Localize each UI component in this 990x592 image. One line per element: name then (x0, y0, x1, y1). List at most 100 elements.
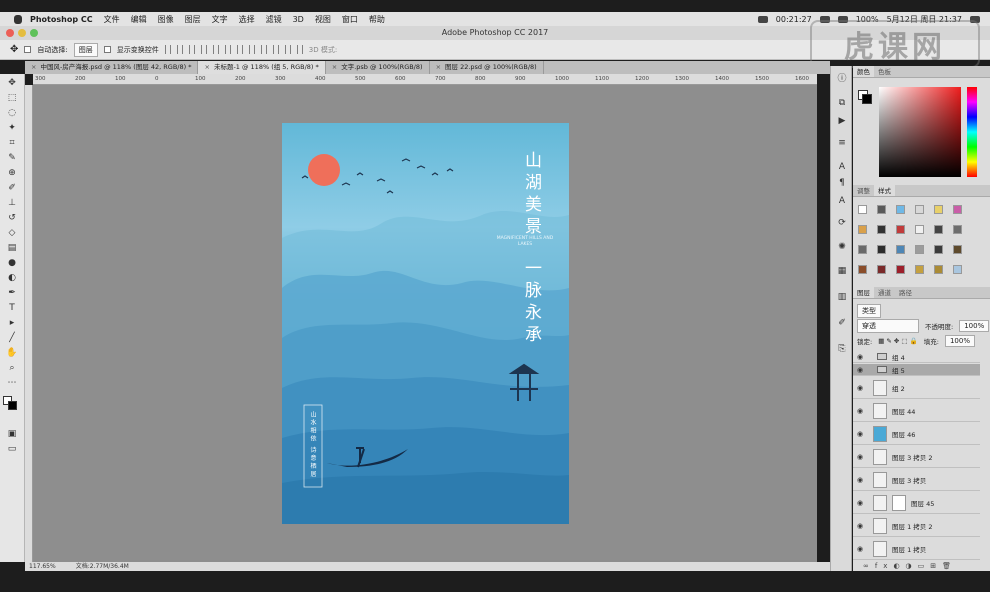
close-icon[interactable]: × (332, 63, 337, 71)
info-icon[interactable]: ⓘ (836, 74, 848, 84)
marquee-tool-icon[interactable]: ⬚ (6, 93, 18, 103)
transform-icon[interactable]: ⟳ (836, 218, 848, 228)
close-icon[interactable]: × (204, 63, 209, 71)
align-middle-icon[interactable] (176, 45, 183, 54)
eye-icon[interactable]: ◉ (857, 430, 867, 438)
menu-help[interactable]: 帮助 (369, 14, 385, 25)
vertical-ruler[interactable] (25, 85, 33, 562)
eye-icon[interactable]: ◉ (857, 476, 867, 484)
crop-tool-icon[interactable]: ⌗ (6, 138, 18, 148)
align-left-icon[interactable] (200, 45, 207, 54)
blend-mode-dropdown[interactable]: 穿透 (857, 319, 919, 333)
menu-layer[interactable]: 图层 (185, 14, 201, 25)
swatches-icon[interactable]: ▥ (836, 292, 848, 302)
style-swatch[interactable] (877, 225, 886, 234)
tab-document-2[interactable]: × 未标题-1 @ 118% (组 5, RGB/8) * (198, 61, 326, 74)
app-menu[interactable]: Photoshop CC (30, 15, 93, 24)
distribute-left-icon[interactable] (272, 45, 279, 54)
apple-icon[interactable] (14, 14, 22, 24)
layer-row[interactable]: ◉ 图层 46 (853, 423, 980, 445)
layer-row[interactable]: ◉ 图层 1 拷贝 2 (853, 515, 980, 537)
style-swatch[interactable] (915, 225, 924, 234)
style-swatch[interactable] (915, 245, 924, 254)
style-swatch[interactable] (858, 225, 867, 234)
style-swatch[interactable] (915, 265, 924, 274)
menu-edit[interactable]: 编辑 (131, 14, 147, 25)
eye-icon[interactable]: ◉ (857, 384, 867, 392)
type-tool-icon[interactable]: T (6, 303, 18, 313)
menu-3d[interactable]: 3D (293, 15, 304, 24)
eraser-tool-icon[interactable]: ◇ (6, 228, 18, 238)
tab-adjustments[interactable]: 调整 (853, 185, 874, 196)
character-icon[interactable]: A (836, 162, 848, 172)
layer-mask-thumbnail[interactable] (892, 494, 906, 511)
move-tool-icon[interactable]: ✥ (10, 44, 18, 55)
style-swatch[interactable] (934, 245, 943, 254)
eyedropper-icon[interactable]: ✎ (6, 153, 18, 163)
eye-icon[interactable]: ◉ (857, 453, 867, 461)
style-swatch[interactable] (877, 245, 886, 254)
color-field[interactable] (879, 87, 961, 177)
brush-tool-icon[interactable]: ✐ (6, 183, 18, 193)
close-icon[interactable]: × (31, 63, 36, 71)
distribute-right-icon[interactable] (296, 45, 303, 54)
auto-select-checkbox[interactable] (24, 46, 32, 53)
style-swatch[interactable] (934, 265, 943, 274)
layers-footer-icons[interactable]: ∞fx◐◑▭⊞🗑 (863, 562, 957, 570)
paragraph-icon[interactable]: ¶ (836, 178, 848, 188)
align-center-icon[interactable] (212, 45, 219, 54)
auto-select-dropdown[interactable]: 图层 (73, 42, 98, 57)
layer-row[interactable]: ◉ 组 2 (853, 377, 980, 399)
style-swatch[interactable] (896, 265, 905, 274)
style-swatch[interactable] (915, 205, 924, 214)
pen-tool-icon[interactable]: ✒ (6, 288, 18, 298)
gradient-tool-icon[interactable]: ▤ (6, 243, 18, 253)
align-bottom-icon[interactable] (188, 45, 195, 54)
fill-input[interactable]: 100% (944, 335, 975, 347)
align-top-icon[interactable] (164, 45, 171, 54)
history-icon[interactable]: ⧉ (836, 98, 848, 108)
menu-select[interactable]: 选择 (239, 14, 255, 25)
menu-file[interactable]: 文件 (104, 14, 120, 25)
glyph-icon[interactable]: A (836, 196, 848, 206)
eye-icon[interactable]: ◉ (857, 499, 867, 507)
style-swatch[interactable] (858, 245, 867, 254)
style-swatch[interactable] (934, 205, 943, 214)
adjust-icon[interactable]: ≡ (836, 138, 848, 148)
layer-row[interactable]: ◉ 图层 3 拷贝 (853, 469, 980, 491)
layer-row[interactable]: ◉ 图层 45 (853, 492, 980, 514)
zoom-level[interactable]: 117.65% (29, 562, 56, 571)
menu-view[interactable]: 视图 (315, 14, 331, 25)
horizontal-ruler[interactable]: 300 200 100 0 100 200 300 400 500 600 700 800 900 100… (33, 74, 817, 85)
style-swatch[interactable] (896, 225, 905, 234)
3d-icon[interactable]: ✺ (836, 242, 848, 252)
style-swatch[interactable] (858, 265, 867, 274)
style-swatch[interactable] (953, 265, 962, 274)
healing-brush-icon[interactable]: ⊕ (6, 168, 18, 178)
lasso-tool-icon[interactable]: ◌ (6, 108, 18, 118)
distribute-middle-icon[interactable] (248, 45, 255, 54)
hand-tool-icon[interactable]: ✋ (6, 348, 18, 358)
menu-window[interactable]: 窗口 (342, 14, 358, 25)
poster-artwork[interactable]: 山湖美景 一脉永承 MAGNIFICENT HILLS AND LAKES 山水… (282, 123, 569, 524)
menu-image[interactable]: 图像 (158, 14, 174, 25)
style-swatch[interactable] (953, 245, 962, 254)
eye-icon[interactable]: ◉ (857, 407, 867, 415)
close-icon[interactable] (6, 29, 14, 37)
document-size[interactable]: 文档:2.77M/36.4M (76, 562, 129, 571)
foreground-background-icon[interactable] (3, 396, 17, 410)
quick-mask-icon[interactable]: ▣ (6, 429, 18, 439)
line-tool-icon[interactable]: ╱ (6, 333, 18, 343)
brush-icon[interactable]: ✐ (836, 318, 848, 328)
distribute-bottom-icon[interactable] (260, 45, 267, 54)
history-brush-icon[interactable]: ↺ (6, 213, 18, 223)
color-fg-bg-icon[interactable] (858, 90, 872, 104)
tab-channels[interactable]: 通道 (874, 287, 895, 298)
tab-paths[interactable]: 路径 (895, 287, 916, 298)
align-right-icon[interactable] (224, 45, 231, 54)
play-icon[interactable]: ▶ (836, 116, 848, 126)
style-swatch[interactable] (858, 205, 867, 214)
tab-document-4[interactable]: × 图层 22.psd @ 100%(RGB/8) (430, 61, 544, 74)
style-swatch[interactable] (877, 265, 886, 274)
show-transform-checkbox[interactable] (103, 46, 111, 53)
